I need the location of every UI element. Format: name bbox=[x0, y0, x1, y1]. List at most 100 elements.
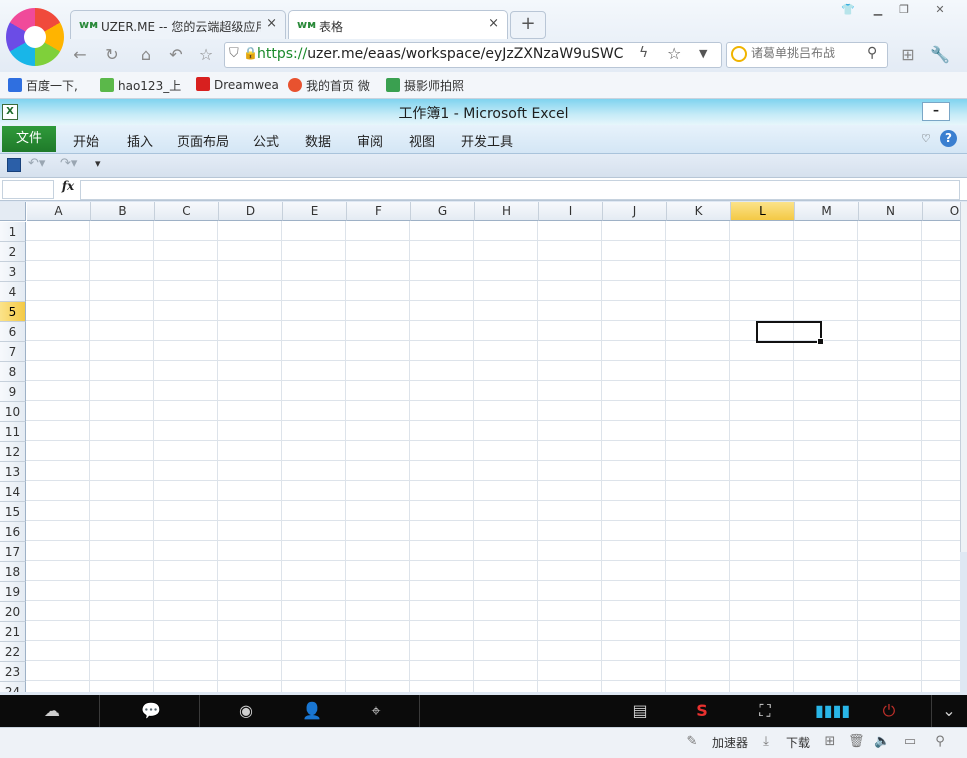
tools-wrench-icon[interactable]: 🔧 bbox=[928, 44, 952, 66]
column-header-H[interactable]: H bbox=[475, 202, 539, 221]
column-header-O[interactable]: O bbox=[923, 202, 960, 221]
excel-app-icon[interactable]: X bbox=[2, 104, 18, 120]
tab-data[interactable]: 数据 bbox=[305, 131, 331, 150]
home-icon[interactable]: ⌂ bbox=[134, 44, 158, 66]
browser-tab-uzer[interactable]: ᴡᴍ UZER.ME -- 您的云端超级应用 × bbox=[70, 10, 286, 39]
row-header-18[interactable]: 18 bbox=[0, 562, 26, 582]
sogou-input-icon[interactable]: S bbox=[690, 701, 714, 721]
fill-handle[interactable] bbox=[817, 338, 824, 345]
bookmark-dreamweaver[interactable]: Dreamwea bbox=[196, 77, 279, 93]
row-header-10[interactable]: 10 bbox=[0, 402, 26, 422]
customize-qat-icon[interactable]: ▾ bbox=[95, 157, 101, 170]
clipboard-icon[interactable]: ▤ bbox=[628, 701, 652, 721]
row-header-19[interactable]: 19 bbox=[0, 582, 26, 602]
favorite-star-icon[interactable]: ☆ bbox=[194, 44, 218, 66]
column-header-L[interactable]: L bbox=[731, 202, 795, 221]
row-header-11[interactable]: 11 bbox=[0, 422, 26, 442]
close-icon[interactable]: × bbox=[266, 16, 277, 31]
locate-icon[interactable]: ⌖ bbox=[364, 701, 388, 721]
row-header-9[interactable]: 9 bbox=[0, 382, 26, 402]
save-icon[interactable] bbox=[7, 158, 21, 172]
refresh-icon[interactable]: ↻ bbox=[100, 44, 124, 66]
tab-formulas[interactable]: 公式 bbox=[253, 131, 279, 150]
row-header-16[interactable]: 16 bbox=[0, 522, 26, 542]
row-header-22[interactable]: 22 bbox=[0, 642, 26, 662]
chevron-down-icon[interactable]: ▼ bbox=[699, 47, 707, 60]
bookmark-hao123[interactable]: hao123_上 bbox=[100, 77, 181, 93]
undo-icon[interactable]: ↶▾ bbox=[28, 156, 45, 171]
column-header-K[interactable]: K bbox=[667, 202, 731, 221]
row-header-1[interactable]: 1 bbox=[0, 222, 26, 242]
close-icon[interactable]: × bbox=[488, 16, 499, 31]
bookmark-star-icon[interactable]: ☆ bbox=[667, 44, 681, 63]
active-cell-L5[interactable] bbox=[756, 321, 822, 343]
row-header-14[interactable]: 14 bbox=[0, 482, 26, 502]
window-icon[interactable]: ▭ bbox=[902, 734, 918, 750]
download-button[interactable]: 下载 bbox=[786, 734, 810, 751]
browser-logo-icon[interactable] bbox=[6, 8, 64, 66]
skin-icon[interactable]: 👕 bbox=[836, 3, 860, 19]
ribbon-expand-icon[interactable]: ♡ bbox=[921, 132, 931, 145]
power-icon[interactable]: ⏻ bbox=[877, 701, 901, 721]
back-icon[interactable]: ← bbox=[68, 44, 92, 66]
row-header-21[interactable]: 21 bbox=[0, 622, 26, 642]
url-text[interactable]: https://uzer.me/eaas/workspace/eyJzZXNza… bbox=[257, 46, 627, 62]
tab-file[interactable]: 文件 bbox=[2, 126, 56, 152]
tab-review[interactable]: 审阅 bbox=[357, 131, 383, 150]
globe-icon[interactable]: ◉ bbox=[234, 701, 258, 721]
tab-page-layout[interactable]: 页面布局 bbox=[177, 131, 229, 150]
bookmark-500px[interactable]: 摄影师拍照 bbox=[386, 77, 464, 93]
column-header-I[interactable]: I bbox=[539, 202, 603, 221]
column-header-D[interactable]: D bbox=[219, 202, 283, 221]
vertical-scrollbar[interactable] bbox=[960, 202, 967, 552]
column-header-J[interactable]: J bbox=[603, 202, 667, 221]
fullscreen-icon[interactable]: ⛶ bbox=[753, 701, 777, 721]
extensions-grid-icon[interactable]: ⊞ bbox=[896, 44, 920, 66]
select-all-corner[interactable] bbox=[0, 202, 26, 221]
row-header-8[interactable]: 8 bbox=[0, 362, 26, 382]
row-header-24[interactable]: 24 bbox=[0, 682, 26, 692]
tab-home[interactable]: 开始 bbox=[73, 131, 99, 150]
address-bar[interactable]: ⛉ 🔒 https://uzer.me/eaas/workspace/eyJzZ… bbox=[224, 42, 722, 68]
cell-area[interactable] bbox=[26, 221, 960, 692]
row-header-13[interactable]: 13 bbox=[0, 462, 26, 482]
new-tab-button[interactable]: + bbox=[510, 11, 546, 39]
user-icon[interactable]: 👤 bbox=[300, 701, 324, 721]
insert-function-icon[interactable]: fx bbox=[58, 179, 78, 197]
help-icon[interactable]: ? bbox=[940, 130, 957, 147]
close-window-icon[interactable]: ✕ bbox=[928, 3, 952, 19]
row-header-3[interactable]: 3 bbox=[0, 262, 26, 282]
chevron-down-icon[interactable]: ⌄ bbox=[937, 701, 961, 721]
signal-bars-icon[interactable]: ▮▮▮▮ bbox=[815, 701, 850, 721]
row-header-4[interactable]: 4 bbox=[0, 282, 26, 302]
row-header-7[interactable]: 7 bbox=[0, 342, 26, 362]
restore-icon[interactable]: ❐ bbox=[892, 3, 916, 19]
browser-tab-sheet[interactable]: ᴡᴍ 表格 × bbox=[288, 10, 508, 39]
column-header-A[interactable]: A bbox=[27, 202, 91, 221]
column-header-E[interactable]: E bbox=[283, 202, 347, 221]
chat-icon[interactable]: 💬 bbox=[139, 701, 163, 721]
search-box[interactable]: ⚲ bbox=[726, 42, 888, 68]
undo-close-icon[interactable]: ↶ bbox=[164, 44, 188, 66]
name-box[interactable] bbox=[2, 180, 54, 199]
column-header-M[interactable]: M bbox=[795, 202, 859, 221]
row-header-20[interactable]: 20 bbox=[0, 602, 26, 622]
row-header-6[interactable]: 6 bbox=[0, 322, 26, 342]
row-header-17[interactable]: 17 bbox=[0, 542, 26, 562]
volume-icon[interactable]: 🔈 bbox=[874, 734, 890, 750]
excel-minimize-button[interactable]: – bbox=[922, 102, 950, 121]
column-header-F[interactable]: F bbox=[347, 202, 411, 221]
accelerator-button[interactable]: 加速器 bbox=[712, 734, 748, 751]
row-header-5[interactable]: 5 bbox=[0, 302, 26, 322]
trash-icon[interactable]: 🗑 bbox=[848, 734, 865, 750]
bookmark-weibo[interactable]: 我的首页 微 bbox=[288, 77, 370, 93]
lightning-icon[interactable]: ϟ bbox=[639, 45, 648, 61]
row-header-15[interactable]: 15 bbox=[0, 502, 26, 522]
bookmark-baidu[interactable]: 百度一下, bbox=[8, 77, 78, 93]
row-header-23[interactable]: 23 bbox=[0, 662, 26, 682]
tab-view[interactable]: 视图 bbox=[409, 131, 435, 150]
tab-insert[interactable]: 插入 bbox=[127, 131, 153, 150]
redo-icon[interactable]: ↷▾ bbox=[60, 156, 77, 171]
column-header-C[interactable]: C bbox=[155, 202, 219, 221]
add-icon[interactable]: ⊞ bbox=[822, 734, 838, 750]
